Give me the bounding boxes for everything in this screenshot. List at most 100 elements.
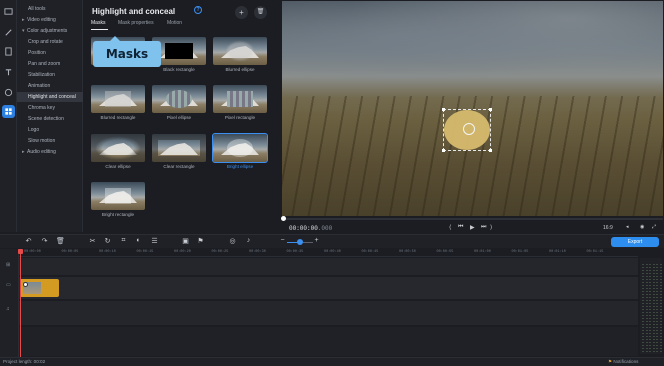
text-icon[interactable]: [2, 66, 15, 79]
add-mask-button[interactable]: +: [235, 6, 248, 19]
tool-rail: [0, 0, 17, 232]
zoom-out-icon[interactable]: −: [278, 237, 287, 244]
prev-frame-icon[interactable]: ⟨: [449, 224, 451, 231]
ruler-tick-label: 00:01:10: [549, 250, 566, 254]
import-icon[interactable]: [2, 5, 15, 18]
volume-icon[interactable]: ◂: [626, 224, 629, 230]
sidebar-item-scene-detection[interactable]: Scene detection: [17, 114, 83, 124]
video-clip[interactable]: [20, 279, 59, 297]
video-track[interactable]: [19, 277, 638, 299]
color-icon[interactable]: ◐: [134, 237, 143, 244]
mask-preset-bright-rect[interactable]: Bright rectangle: [91, 182, 145, 221]
sidebar-item-chroma-key[interactable]: Chroma key: [17, 103, 83, 113]
tab-mask-properties[interactable]: Mask properties: [118, 20, 154, 26]
project-length: Project length: 00:02: [3, 359, 46, 364]
scrubber-knob[interactable]: [281, 216, 286, 221]
skip-forward-icon[interactable]: ⏭: [481, 224, 486, 231]
next-frame-icon[interactable]: ⟩: [490, 224, 492, 231]
mask-preset-clear-rect[interactable]: Clear rectangle: [152, 134, 206, 173]
mask-preset-blur-ellipse[interactable]: Blurred ellipse: [213, 37, 267, 76]
sidebar-item-stabilization[interactable]: Stabilization: [17, 70, 83, 80]
audio-track-icon[interactable]: ♫: [6, 306, 10, 312]
sidebar-item-label: Logo: [28, 127, 40, 133]
ruler-tick-label: 00:01:15: [586, 250, 604, 254]
wand-icon[interactable]: [2, 26, 15, 39]
add-track-icon[interactable]: ⊞: [6, 262, 10, 268]
delete-mask-button[interactable]: 🗑: [254, 6, 267, 19]
resize-handle[interactable]: [442, 149, 445, 152]
play-icon[interactable]: ▶: [470, 224, 475, 231]
zoom-slider-knob[interactable]: [297, 239, 303, 245]
sidebar-item-audio-editing[interactable]: ▸ Audio editing: [17, 147, 83, 157]
sidebar-item-color-adjustments[interactable]: ▾ Color adjustments: [17, 26, 83, 36]
tools-tree: All tools ▸ Video editing ▾ Color adjustment…: [17, 0, 83, 232]
marker-icon[interactable]: ⚑: [196, 237, 205, 245]
rotate-icon[interactable]: ↻: [103, 237, 112, 245]
mask-thumbnail: [152, 134, 206, 162]
microphone-icon[interactable]: ♪: [244, 237, 253, 244]
cut-icon[interactable]: ✂: [88, 237, 97, 245]
redo-icon[interactable]: ↷: [40, 237, 49, 245]
resize-handle[interactable]: [442, 108, 445, 111]
sidebar-item-slow-motion[interactable]: Slow motion: [17, 136, 83, 146]
tab-masks[interactable]: Masks: [91, 20, 105, 26]
crop-icon[interactable]: ⌗: [119, 237, 128, 245]
resize-handle[interactable]: [489, 149, 492, 152]
ruler-tick-label: 00:00:10: [99, 250, 116, 254]
record-audio-icon[interactable]: ◎: [228, 237, 237, 245]
sidebar-item-pan-and-zoom[interactable]: Pan and zoom: [17, 59, 83, 69]
meter-bar: [656, 264, 658, 354]
audio-track[interactable]: [19, 301, 638, 325]
sidebar-item-video-editing[interactable]: ▸ Video editing: [17, 15, 83, 25]
properties-icon[interactable]: ☰: [150, 237, 159, 245]
sky: [282, 1, 663, 91]
zoom-in-icon[interactable]: +: [312, 237, 321, 244]
video-preview[interactable]: [282, 1, 663, 216]
mask-label: Clear ellipse: [105, 164, 131, 169]
mask-preset-pixel-rect[interactable]: Pixel rectangle: [213, 85, 267, 124]
sidebar-item-logo[interactable]: Logo: [17, 125, 83, 135]
mask-shape: [91, 134, 145, 162]
more-tools-icon[interactable]: [2, 105, 15, 118]
fullscreen-icon[interactable]: ⤢: [652, 224, 656, 230]
overlay-icon[interactable]: ▣: [181, 237, 190, 245]
export-button[interactable]: Export: [611, 237, 659, 247]
sidebar-item-position[interactable]: Position: [17, 48, 83, 58]
filmstrip-icon[interactable]: [2, 45, 15, 58]
sidebar-item-crop-and-rotate[interactable]: Crop and rotate: [17, 37, 83, 47]
sidebar-item-highlight-and-conceal[interactable]: Highlight and conceal: [17, 92, 83, 102]
video-track-icon[interactable]: ▭: [6, 282, 11, 288]
snapshot-icon[interactable]: ◉: [640, 224, 644, 230]
preview-scrubber[interactable]: [282, 218, 663, 220]
delete-icon[interactable]: 🗑: [56, 237, 65, 245]
mask-preset-pixel-ellipse[interactable]: Pixel ellipse: [152, 85, 206, 124]
playhead[interactable]: [20, 249, 21, 357]
aspect-ratio-select[interactable]: 16:9: [603, 225, 613, 231]
mask-preset-bright-ellipse[interactable]: Bright ellipse: [212, 133, 268, 173]
playhead-handle[interactable]: [18, 249, 23, 254]
text-track[interactable]: [19, 258, 638, 275]
music-track[interactable]: [19, 327, 638, 356]
sidebar-item-all-tools[interactable]: All tools: [17, 4, 83, 14]
sticker-icon[interactable]: [2, 86, 15, 99]
mask-preset-blur-rect[interactable]: Blurred rectangle: [91, 85, 145, 124]
undo-icon[interactable]: ↶: [24, 237, 33, 245]
help-icon[interactable]: ?: [194, 6, 202, 14]
rotate-handle-icon[interactable]: [463, 123, 475, 135]
mask-label: Bright ellipse: [226, 164, 254, 169]
meter-bar: [659, 264, 662, 354]
mask-selection-box[interactable]: [442, 108, 492, 152]
mask-thumbnail: [152, 85, 206, 113]
resize-handle[interactable]: [489, 108, 492, 111]
mask-label: Bright rectangle: [101, 212, 135, 217]
notification-icon: ⚑: [608, 359, 613, 364]
sidebar-item-animation[interactable]: Animation: [17, 81, 83, 91]
notifications-button[interactable]: ⚑ Notifications: [608, 359, 638, 365]
skip-back-icon[interactable]: ⏮: [458, 224, 463, 231]
mask-shape: [166, 90, 192, 108]
ruler-tick-label: 00:00:40: [324, 250, 341, 254]
mask-preset-clear-ellipse[interactable]: Clear ellipse: [91, 134, 145, 173]
tab-motion[interactable]: Motion: [167, 20, 182, 26]
mask-shape: [227, 91, 253, 107]
sidebar-item-label: Slow motion: [28, 138, 56, 144]
